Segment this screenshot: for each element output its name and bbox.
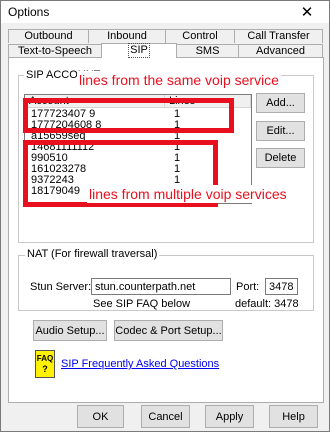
- tab-sms[interactable]: SMS: [176, 44, 239, 57]
- tab-label: Control: [182, 30, 218, 42]
- options-dialog: Options ✕ Outbound Inbound Control Call …: [0, 0, 330, 432]
- default-port-text: default: 3478: [235, 298, 299, 310]
- edit-account-button[interactable]: Edit...: [256, 121, 305, 141]
- stun-server-label: Stun Server:: [30, 281, 92, 293]
- tab-label: Inbound: [107, 30, 147, 42]
- sip-faq-note: See SIP FAQ below: [93, 298, 191, 310]
- tab-label: SIP: [128, 43, 150, 58]
- tab-label: Call Transfer: [247, 30, 310, 42]
- ok-button[interactable]: OK: [77, 405, 124, 428]
- window-title: Options: [8, 5, 50, 19]
- annotation-same-service: lines from the same voip service: [77, 71, 281, 89]
- annotation-box-same-service: [23, 98, 234, 133]
- tab-outbound[interactable]: Outbound: [8, 29, 89, 43]
- tab-text-to-speech[interactable]: Text-to-Speech: [8, 44, 102, 57]
- tab-call-transfer[interactable]: Call Transfer: [234, 29, 323, 43]
- faq-icon-sub: ?: [42, 364, 48, 374]
- stun-server-input[interactable]: stun.counterpath.net: [91, 278, 231, 295]
- tab-sip[interactable]: SIP: [101, 43, 177, 58]
- annotation-multiple-services: lines from multiple voip services: [87, 185, 289, 203]
- apply-button[interactable]: Apply: [205, 405, 254, 428]
- tab-inbound[interactable]: Inbound: [88, 29, 166, 43]
- close-icon[interactable]: ✕: [287, 1, 327, 23]
- codec-port-setup-button[interactable]: Codec & Port Setup...: [114, 320, 223, 341]
- port-input[interactable]: 3478: [265, 278, 298, 295]
- audio-setup-button[interactable]: Audio Setup...: [33, 320, 107, 341]
- tab-control[interactable]: Control: [165, 29, 235, 43]
- delete-account-button[interactable]: Delete: [256, 148, 305, 168]
- faq-icon[interactable]: FAQ ?: [35, 350, 55, 378]
- tab-advanced[interactable]: Advanced: [238, 44, 323, 57]
- port-label: Port:: [236, 281, 260, 293]
- cancel-button[interactable]: Cancel: [141, 405, 190, 428]
- add-account-button[interactable]: Add...: [256, 93, 305, 113]
- help-button[interactable]: Help: [269, 405, 318, 428]
- sip-faq-link[interactable]: SIP Frequently Asked Questions: [61, 358, 219, 370]
- title-bar: Options ✕: [1, 1, 329, 23]
- tab-label: Outbound: [24, 30, 73, 42]
- faq-icon-text: FAQ: [36, 354, 54, 363]
- nat-group-label: NAT (For firewall traversal): [25, 248, 160, 260]
